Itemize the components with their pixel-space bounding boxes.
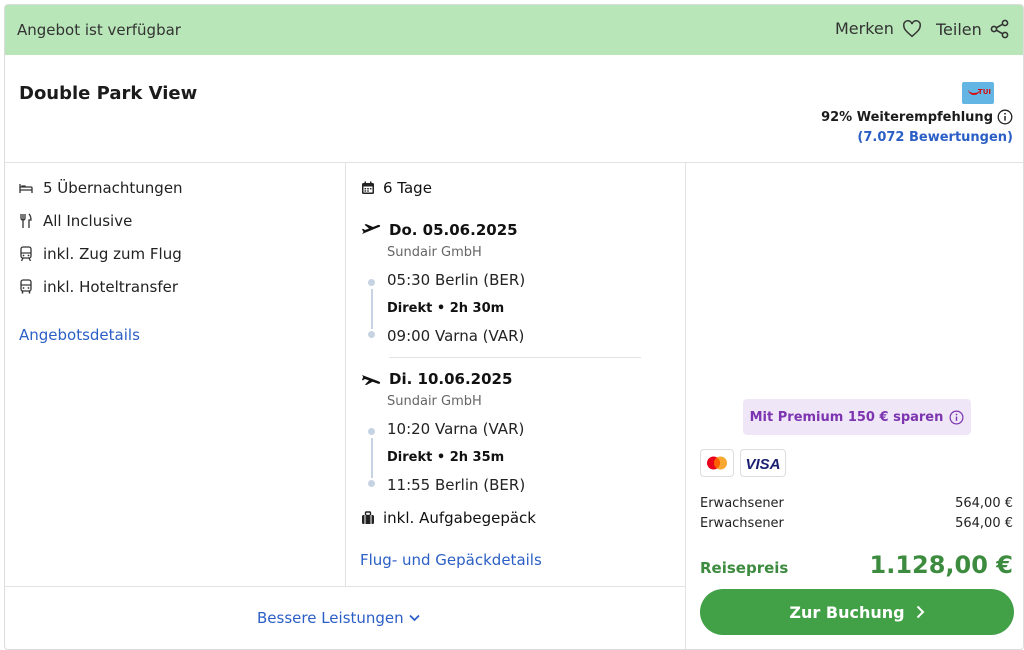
availability-status: Angebot ist verfügbar	[17, 21, 181, 39]
feature-train: inkl. Zug zum Flug	[19, 245, 182, 263]
return-airline: Sundair GmbH	[387, 394, 482, 409]
recommendation-text: 92% Weiterempfehlung	[821, 109, 993, 125]
feature-label: inkl. Zug zum Flug	[43, 245, 182, 263]
info-icon[interactable]	[949, 410, 964, 425]
plane-arrival-icon	[362, 375, 381, 385]
offer-details-link[interactable]: Angebotsdetails	[19, 326, 140, 344]
chevron-down-icon	[409, 614, 420, 622]
bed-icon	[19, 184, 33, 193]
share-icon	[990, 19, 1009, 39]
return-arrival: 11:55 Berlin (BER)	[387, 476, 526, 494]
save-label: Merken	[835, 19, 894, 38]
timeline-dot	[368, 480, 375, 487]
cutlery-icon	[20, 213, 32, 228]
recommendation-rate: 92% Weiterempfehlung	[821, 109, 1013, 125]
share-button[interactable]: Teilen	[936, 19, 1010, 39]
baggage-info: inkl. Aufgabegepäck	[361, 509, 536, 527]
share-label: Teilen	[936, 19, 982, 39]
feature-nights: 5 Übernachtungen	[19, 179, 183, 197]
timeline-line	[371, 289, 373, 329]
total-price: 1.128,00 €	[869, 551, 1013, 579]
timeline-dot	[368, 428, 375, 435]
premium-savings-badge[interactable]: Mit Premium 150 € sparen	[743, 399, 971, 435]
passenger-label: Erwachsener	[700, 516, 784, 531]
feature-transfer: inkl. Hoteltransfer	[19, 278, 178, 296]
feature-label: 5 Übernachtungen	[43, 179, 183, 197]
passenger-price: 564,00 €	[955, 496, 1013, 511]
return-date: Di. 10.06.2025	[361, 370, 512, 388]
premium-text: Mit Premium 150 € sparen	[749, 409, 944, 425]
hotel-name[interactable]: Double Park View	[19, 83, 197, 104]
better-services-label: Bessere Leistungen	[257, 609, 404, 627]
book-button-label: Zur Buchung	[789, 602, 905, 622]
outbound-date: Do. 05.06.2025	[361, 221, 518, 239]
timeline-dot	[368, 279, 375, 286]
date-text: Do. 05.06.2025	[389, 221, 518, 239]
passenger-label: Erwachsener	[700, 496, 784, 511]
bus-icon	[20, 279, 32, 294]
better-services-toggle[interactable]: Bessere Leistungen	[257, 609, 420, 627]
duration-text: 6 Tage	[383, 179, 432, 197]
tui-logo: TUI	[962, 82, 994, 104]
offer-card: Angebot ist verfügbar Merken Teilen Doub…	[4, 4, 1024, 650]
mastercard-logo	[700, 449, 734, 477]
plane-departure-icon	[362, 224, 381, 234]
divider	[345, 162, 346, 587]
heart-icon	[902, 19, 921, 37]
feature-label: All Inclusive	[43, 212, 133, 230]
save-offer-button[interactable]: Merken	[835, 19, 922, 38]
outbound-airline: Sundair GmbH	[387, 245, 482, 260]
availability-bar: Angebot ist verfügbar Merken Teilen	[5, 5, 1023, 55]
return-flight-info: Direkt • 2h 35m	[387, 450, 505, 465]
date-text: Di. 10.06.2025	[389, 370, 513, 388]
total-price-label: Reisepreis	[700, 559, 789, 577]
return-departure: 10:20 Varna (VAR)	[387, 420, 525, 438]
book-button[interactable]: Zur Buchung	[700, 589, 1014, 635]
reviews-link[interactable]: (7.072 Bewertungen)	[857, 130, 1013, 145]
chevron-right-icon	[916, 605, 924, 619]
divider	[685, 162, 686, 649]
outbound-flight-info: Direkt • 2h 30m	[387, 301, 505, 316]
divider	[5, 162, 1023, 163]
trip-duration: 6 Tage	[361, 179, 432, 197]
passenger-price: 564,00 €	[955, 516, 1013, 531]
timeline-dot	[368, 331, 375, 338]
train-icon	[20, 246, 32, 262]
flight-baggage-details-link[interactable]: Flug- und Gepäckdetails	[360, 551, 542, 569]
outbound-arrival: 09:00 Varna (VAR)	[387, 327, 525, 345]
feature-label: inkl. Hoteltransfer	[43, 278, 179, 296]
outbound-departure: 05:30 Berlin (BER)	[387, 271, 526, 289]
timeline-line	[371, 438, 373, 478]
baggage-text: inkl. Aufgabegepäck	[383, 509, 536, 527]
visa-logo: VISA	[740, 449, 786, 477]
calendar-icon	[362, 181, 374, 194]
divider	[389, 357, 641, 358]
divider	[5, 586, 685, 587]
info-icon[interactable]	[997, 109, 1013, 125]
feature-board: All Inclusive	[19, 212, 132, 230]
svg-text:VISA: VISA	[745, 456, 780, 473]
luggage-icon	[362, 511, 374, 524]
